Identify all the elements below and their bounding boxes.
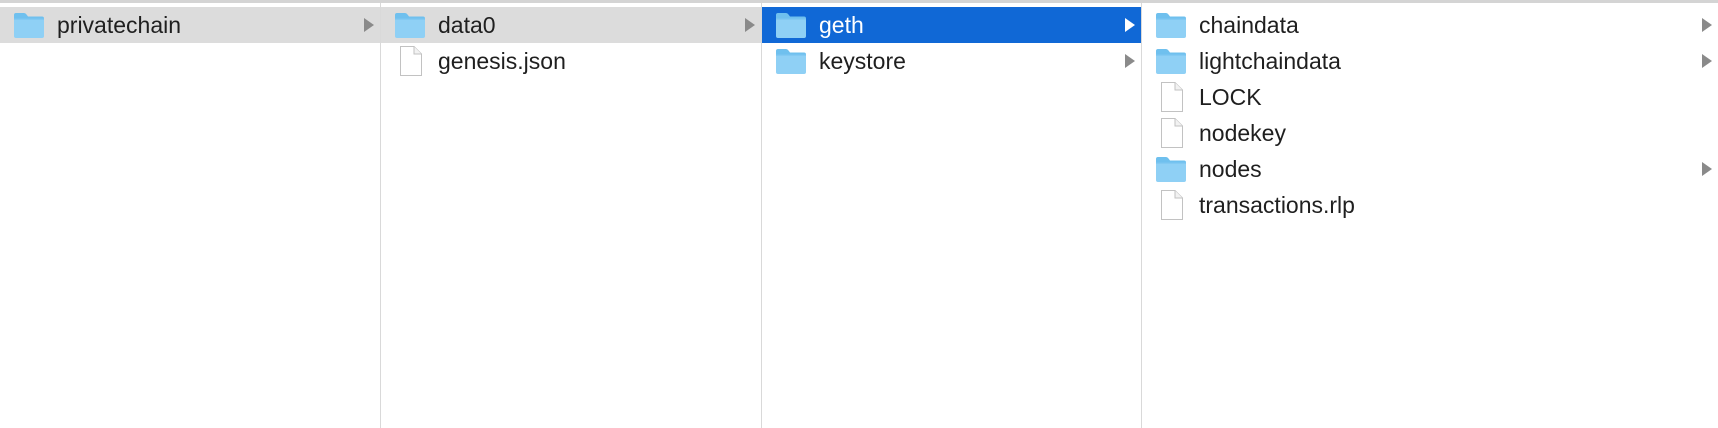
folder-icon [13,10,45,40]
disclosure-chevron-icon [362,17,376,33]
file-item-lock[interactable]: LOCK [1142,79,1718,115]
disclosure-chevron-icon [1700,161,1714,177]
item-label: data0 [438,12,496,38]
folder-icon [775,10,807,40]
folder-icon [394,10,426,40]
item-label: nodes [1199,156,1262,182]
folder-icon [1155,10,1187,40]
file-item-genesis-json[interactable]: genesis.json [381,43,761,79]
item-label: transactions.rlp [1199,192,1355,218]
folder-item-lightchaindata[interactable]: lightchaindata [1142,43,1718,79]
column-1[interactable]: privatechain [0,3,381,428]
folder-item-data0[interactable]: data0 [381,7,761,43]
column-2[interactable]: data0 genesis.json [381,3,762,428]
folder-item-chaindata[interactable]: chaindata [1142,7,1718,43]
folder-item-keystore[interactable]: keystore [762,43,1141,79]
folder-icon [775,46,807,76]
column-3[interactable]: geth keystore [762,3,1142,428]
document-icon [394,46,426,76]
folder-item-privatechain[interactable]: privatechain [0,7,380,43]
column-4[interactable]: chaindata lightchaindata LOCK nodekey nodes t… [1142,3,1718,428]
item-label: LOCK [1199,84,1262,110]
disclosure-chevron-icon [1123,17,1137,33]
file-item-nodekey[interactable]: nodekey [1142,115,1718,151]
folder-icon [1155,154,1187,184]
file-item-transactions-rlp[interactable]: transactions.rlp [1142,187,1718,223]
item-label: genesis.json [438,48,566,74]
document-icon [1155,190,1187,220]
disclosure-chevron-icon [1123,53,1137,69]
item-label: chaindata [1199,12,1299,38]
document-icon [1155,118,1187,148]
item-label: keystore [819,48,906,74]
folder-item-geth[interactable]: geth [762,7,1141,43]
folder-icon [1155,46,1187,76]
disclosure-chevron-icon [743,17,757,33]
item-label: nodekey [1199,120,1286,146]
item-label: lightchaindata [1199,48,1341,74]
disclosure-chevron-icon [1700,17,1714,33]
folder-item-nodes[interactable]: nodes [1142,151,1718,187]
item-label: geth [819,12,864,38]
disclosure-chevron-icon [1700,53,1714,69]
document-icon [1155,82,1187,112]
finder-column-browser: privatechain data0 genesis.json geth keyst… [0,0,1718,428]
item-label: privatechain [57,12,182,38]
